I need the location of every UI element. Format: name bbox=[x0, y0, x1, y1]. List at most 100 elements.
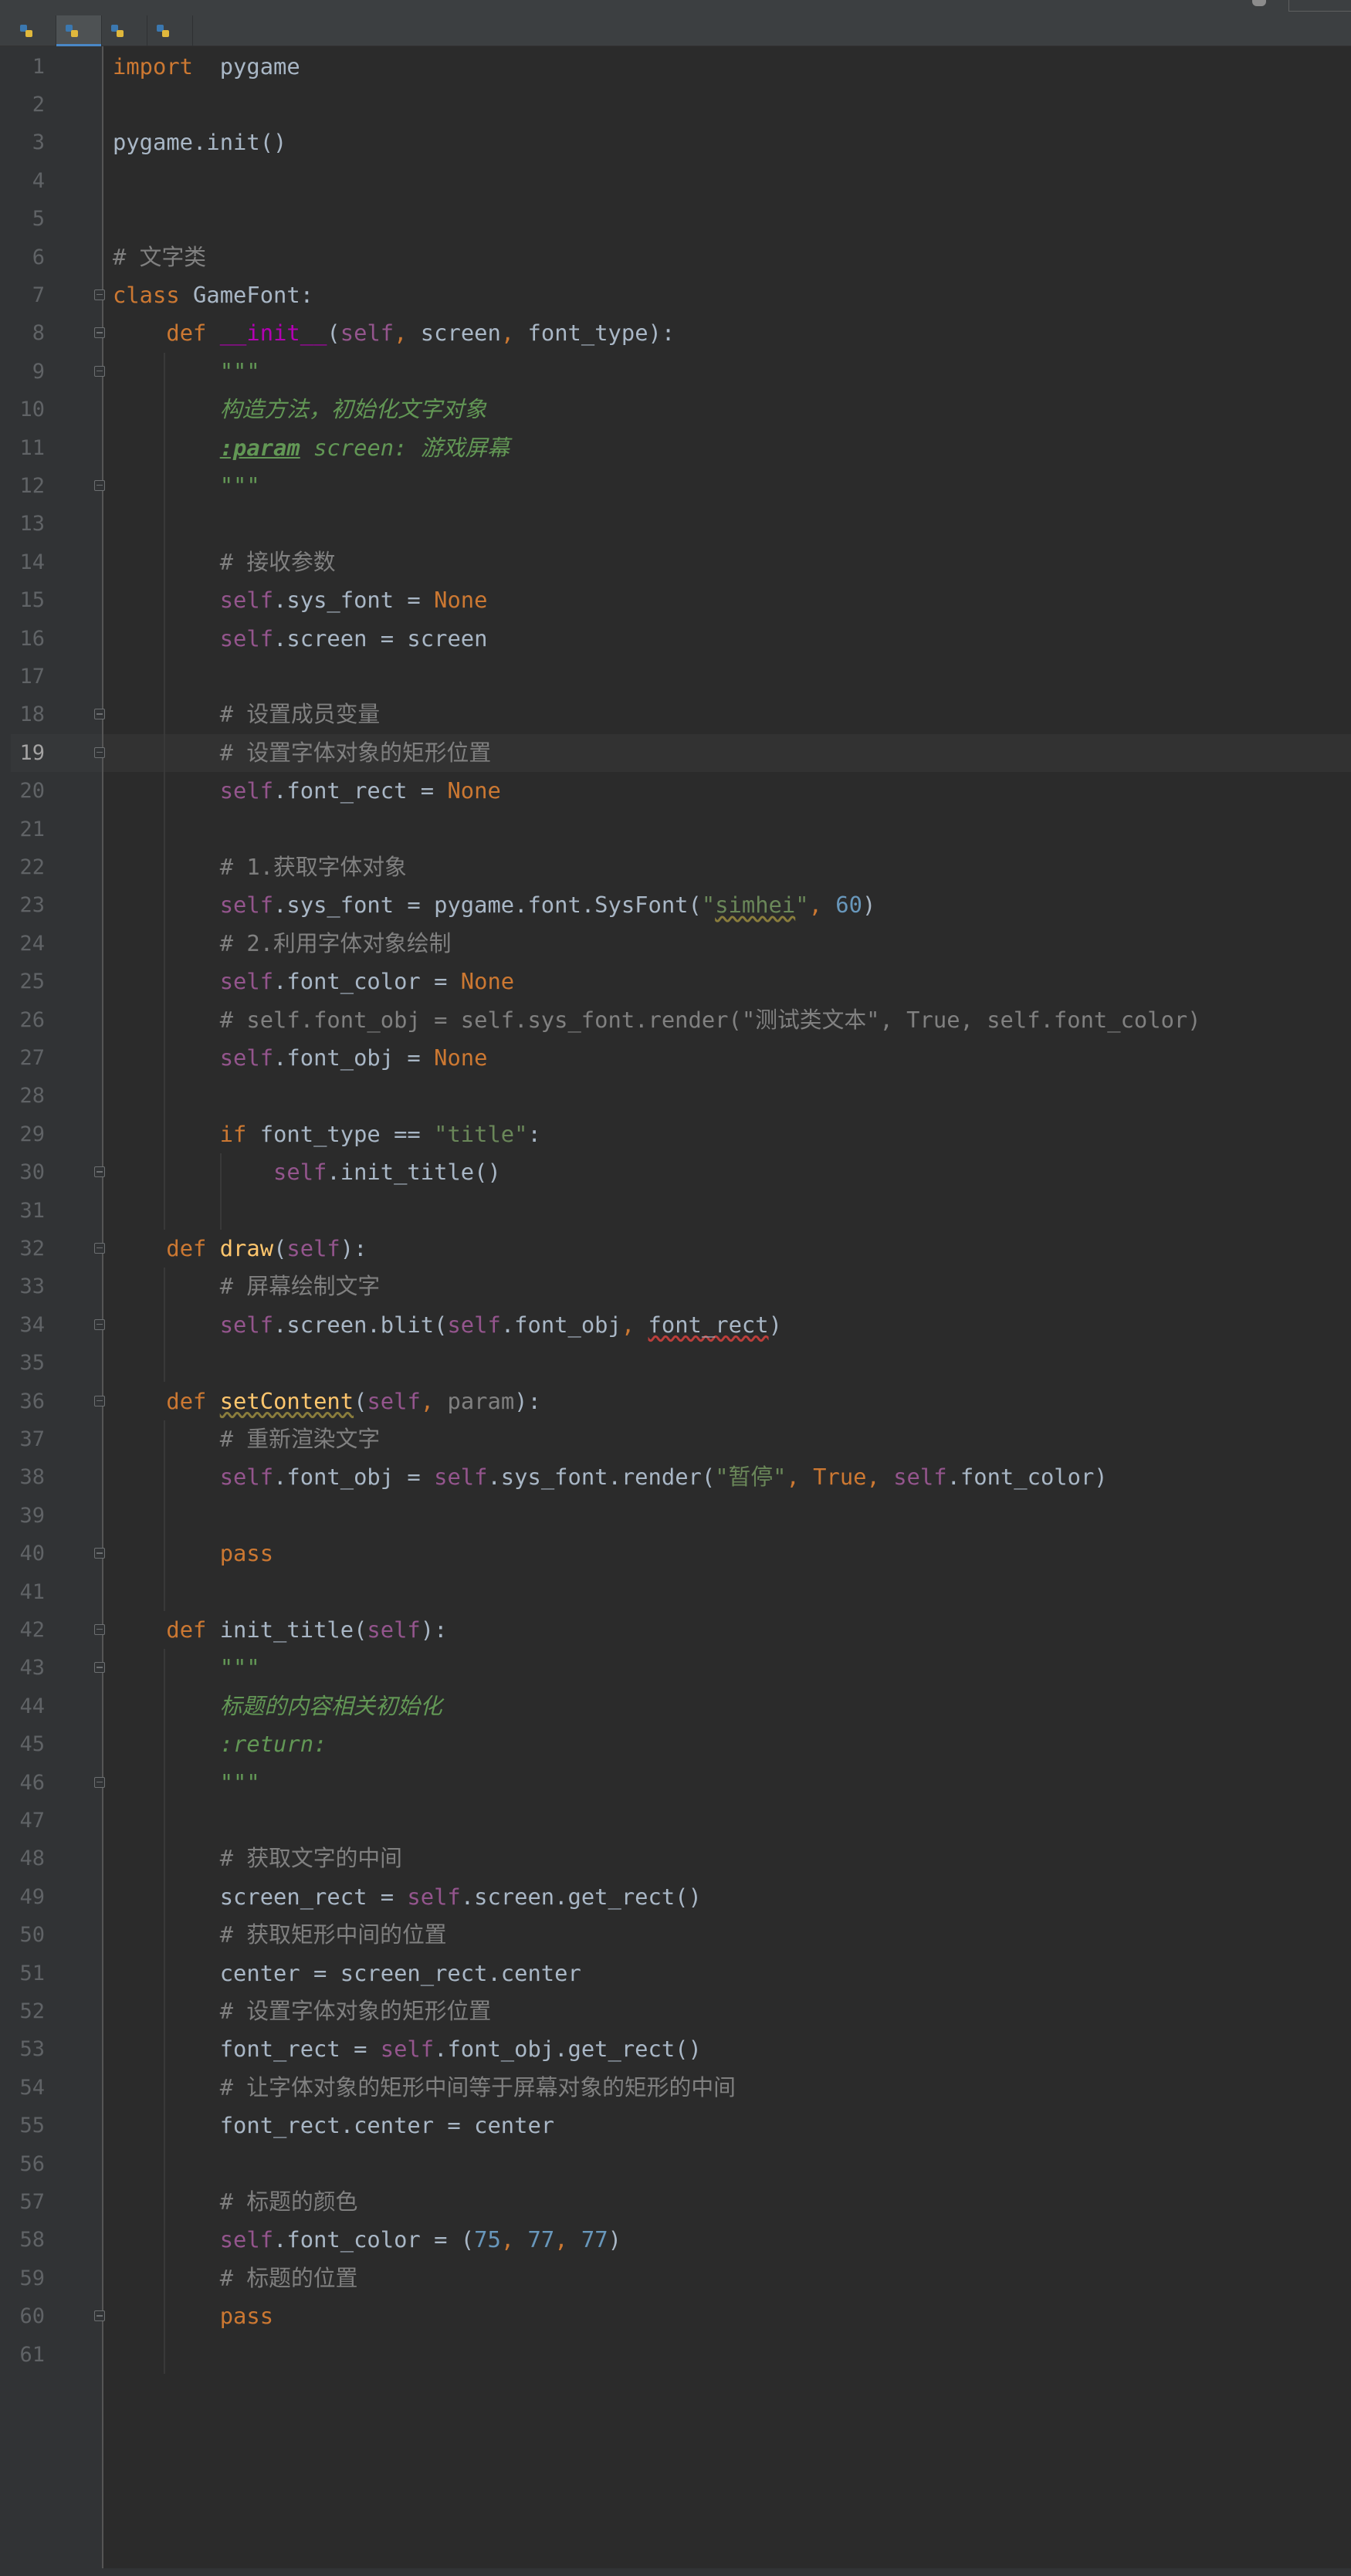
code-line[interactable]: 39 bbox=[0, 1497, 1351, 1535]
code-line[interactable]: 38 self.font_obj = self.sys_font.render(… bbox=[0, 1458, 1351, 1496]
fold-marker-icon[interactable] bbox=[94, 1318, 105, 1330]
current-code-line[interactable]: 19 # 设置字体对象的矩形位置 bbox=[0, 733, 1351, 773]
tab-game-py[interactable] bbox=[11, 15, 56, 46]
code-token: self bbox=[219, 1464, 274, 1491]
code-line[interactable]: 30 self.init_title() bbox=[0, 1153, 1351, 1191]
code-line[interactable]: 37 # 重新渲染文字 bbox=[0, 1420, 1351, 1458]
fold-marker-icon[interactable] bbox=[94, 1395, 105, 1406]
code-line[interactable]: 45 :return: bbox=[0, 1725, 1351, 1763]
code-token: .font_obj bbox=[500, 1311, 621, 1338]
code-token: .sys_font = pygame.font.SysFont( bbox=[273, 892, 702, 919]
user-icon[interactable] bbox=[1252, 0, 1266, 6]
code-line[interactable]: 44 标题的内容相关初始化 bbox=[0, 1687, 1351, 1725]
code-line[interactable]: 7 class GameFont: bbox=[0, 276, 1351, 314]
line-number: 42 bbox=[19, 1617, 45, 1642]
code-line[interactable]: 46 """ bbox=[0, 1764, 1351, 1802]
code-line[interactable]: 5 bbox=[0, 200, 1351, 238]
code-line[interactable]: 36 def setContent(self, param): bbox=[0, 1383, 1351, 1420]
code-line[interactable]: 50 # 获取矩形中间的位置 bbox=[0, 1916, 1351, 1954]
code-line[interactable]: 28 bbox=[0, 1077, 1351, 1115]
code-line[interactable]: 3 pygame.init() bbox=[0, 124, 1351, 161]
code-line[interactable]: 15 self.sys_font = None bbox=[0, 581, 1351, 619]
code-token: # 1.获取字体对象 bbox=[219, 853, 407, 880]
code-token: , bbox=[866, 1464, 880, 1491]
fold-marker-icon[interactable] bbox=[94, 2310, 105, 2322]
tab-setting-py[interactable] bbox=[102, 15, 147, 46]
code-line[interactable]: 9 """ bbox=[0, 353, 1351, 391]
fold-marker-icon[interactable] bbox=[94, 1623, 105, 1635]
fold-marker-icon[interactable] bbox=[94, 1548, 105, 1559]
fold-marker-icon[interactable] bbox=[94, 1662, 105, 1674]
code-line[interactable]: 40 pass bbox=[0, 1535, 1351, 1572]
fold-marker-icon[interactable] bbox=[94, 289, 105, 300]
run-configuration-widget[interactable] bbox=[1288, 0, 1351, 12]
code-line[interactable]: 47 bbox=[0, 1802, 1351, 1840]
code-line[interactable]: 43 """ bbox=[0, 1649, 1351, 1687]
code-line[interactable]: 10 构造方法，初始化文字对象 bbox=[0, 391, 1351, 428]
code-line[interactable]: 61 bbox=[0, 2336, 1351, 2374]
code-line[interactable]: 53 font_rect = self.font_obj.get_rect() bbox=[0, 2030, 1351, 2068]
code-line[interactable]: 27 self.font_obj = None bbox=[0, 1039, 1351, 1077]
code-line[interactable]: 20 self.font_rect = None bbox=[0, 772, 1351, 810]
fold-marker-icon[interactable] bbox=[94, 1242, 105, 1254]
code-line[interactable]: 4 bbox=[0, 162, 1351, 200]
code-line[interactable]: 16 self.screen = screen bbox=[0, 620, 1351, 658]
code-token: ( bbox=[273, 1234, 287, 1261]
fold-marker-icon[interactable] bbox=[94, 479, 105, 491]
code-token: self bbox=[273, 1159, 327, 1186]
fold-marker-icon[interactable] bbox=[94, 327, 105, 339]
code-line[interactable]: 41 bbox=[0, 1573, 1351, 1611]
fold-marker-icon[interactable] bbox=[94, 1166, 105, 1178]
tab-tools-py[interactable] bbox=[56, 15, 102, 46]
code-line[interactable]: 22 # 1.获取字体对象 bbox=[0, 848, 1351, 886]
code-line[interactable]: 35 bbox=[0, 1344, 1351, 1382]
code-line[interactable]: 54 # 让字体对象的矩形中间等于屏幕对象的矩形的中间 bbox=[0, 2069, 1351, 2107]
code-line[interactable]: 42 def init_title(self): bbox=[0, 1611, 1351, 1649]
code-line[interactable]: 1 import pygame bbox=[0, 48, 1351, 86]
fold-marker-icon[interactable] bbox=[94, 1776, 105, 1788]
code-line[interactable]: 34 self.screen.blit(self.font_obj, font_… bbox=[0, 1306, 1351, 1344]
code-line[interactable]: 23 self.sys_font = pygame.font.SysFont("… bbox=[0, 886, 1351, 924]
code-line[interactable]: 58 self.font_color = (75, 77, 77) bbox=[0, 2221, 1351, 2259]
code-line[interactable]: 25 self.font_color = None bbox=[0, 963, 1351, 1000]
code-line[interactable]: 55 font_rect.center = center bbox=[0, 2107, 1351, 2144]
code-line[interactable]: 57 # 标题的颜色 bbox=[0, 2183, 1351, 2221]
code-token: , bbox=[554, 2226, 568, 2253]
fold-marker-icon[interactable] bbox=[94, 746, 105, 758]
code-line[interactable]: 56 bbox=[0, 2145, 1351, 2183]
code-text: # 1.获取字体对象 bbox=[113, 848, 407, 886]
code-editor[interactable]: 1 import pygame 2 3 pygame.init() 4 5 6 # 文字类 7 cl… bbox=[0, 46, 1351, 2576]
code-line[interactable]: 33 # 屏幕绘制文字 bbox=[0, 1268, 1351, 1305]
code-token: # 文字类 bbox=[113, 243, 207, 270]
tab-test-py[interactable] bbox=[147, 15, 193, 46]
code-line[interactable]: 8 def __init__(self, screen, font_type): bbox=[0, 314, 1351, 352]
code-line[interactable]: 11 :param screen: 游戏屏幕 bbox=[0, 429, 1351, 467]
code-line[interactable]: 17 bbox=[0, 658, 1351, 696]
code-line[interactable]: 14 # 接收参数 bbox=[0, 543, 1351, 581]
code-line[interactable]: 2 bbox=[0, 86, 1351, 124]
code-line[interactable]: 13 bbox=[0, 505, 1351, 543]
code-line[interactable]: 59 # 标题的位置 bbox=[0, 2260, 1351, 2297]
fold-marker-icon[interactable] bbox=[94, 365, 105, 377]
code-line[interactable]: 60 pass bbox=[0, 2297, 1351, 2335]
code-token: .font_obj = bbox=[273, 1044, 435, 1071]
code-line[interactable]: 26 # self.font_obj = self.sys_font.rende… bbox=[0, 1001, 1351, 1039]
code-line[interactable]: 48 # 获取文字的中间 bbox=[0, 1840, 1351, 1877]
code-line[interactable]: 24 # 2.利用字体对象绘制 bbox=[0, 925, 1351, 963]
code-line[interactable]: 49 screen_rect = self.screen.get_rect() bbox=[0, 1878, 1351, 1916]
fold-marker-icon[interactable] bbox=[94, 709, 105, 720]
code-line[interactable]: 29 if font_type == "title": bbox=[0, 1115, 1351, 1153]
code-line[interactable]: 6 # 文字类 bbox=[0, 239, 1351, 276]
code-line[interactable]: 31 bbox=[0, 1192, 1351, 1230]
code-line[interactable]: 51 center = screen_rect.center bbox=[0, 1955, 1351, 1992]
code-line[interactable]: 21 bbox=[0, 811, 1351, 848]
code-line[interactable]: 18 # 设置成员变量 bbox=[0, 696, 1351, 733]
code-line[interactable]: 32 def draw(self): bbox=[0, 1230, 1351, 1268]
code-line[interactable]: 52 # 设置字体对象的矩形位置 bbox=[0, 1992, 1351, 2030]
line-number: 56 bbox=[19, 2151, 45, 2176]
code-text: center = screen_rect.center bbox=[113, 1955, 581, 1992]
code-line[interactable]: 12 """ bbox=[0, 467, 1351, 505]
